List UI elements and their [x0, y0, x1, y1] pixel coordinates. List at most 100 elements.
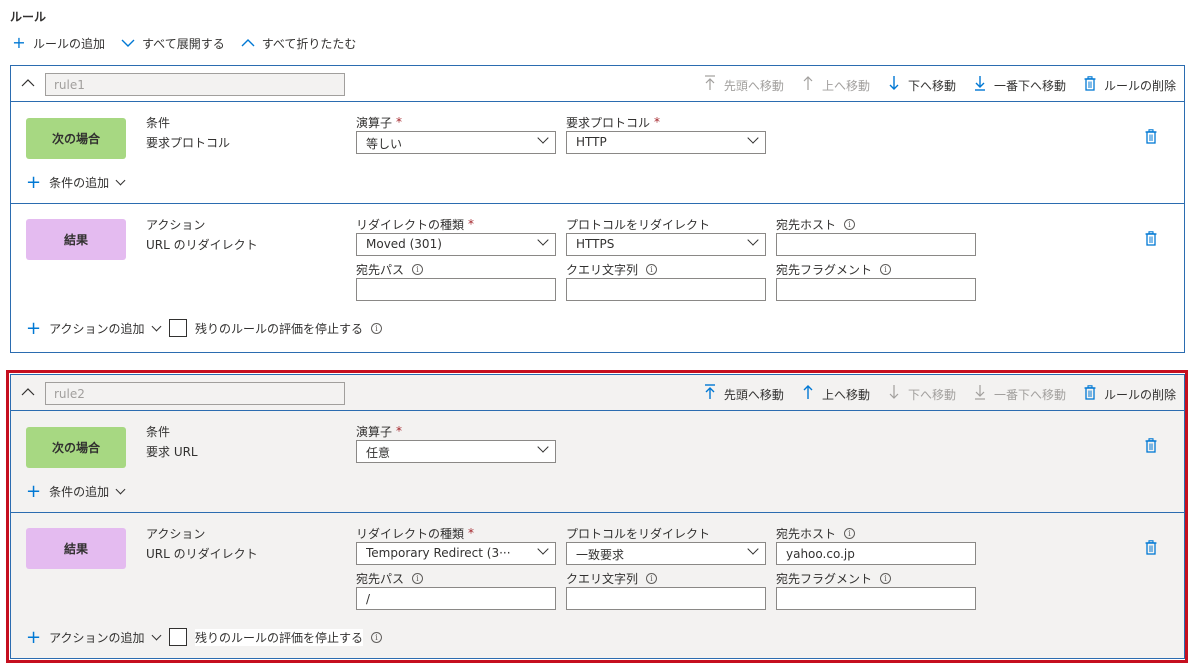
- if-pill: 次の場合: [26, 427, 126, 468]
- info-icon[interactable]: i: [646, 263, 658, 275]
- move-bottom-button[interactable]: 一番下へ移動: [974, 384, 1066, 404]
- rule-card-rule2: 先頭へ移動 上へ移動 下へ移動 一番下へ移動 ルールの削除 次の場合 条件: [10, 374, 1185, 659]
- chevron-down-icon: [537, 234, 549, 246]
- dest-path-field: 宛先パス i: [356, 260, 556, 301]
- move-top-icon: [704, 75, 716, 95]
- add-condition-button[interactable]: + 条件の追加: [26, 480, 126, 502]
- dest-path-label: 宛先パス: [356, 571, 405, 586]
- redirect-type-label: リダイレクトの種類: [356, 526, 465, 541]
- operator-value: 任意: [366, 446, 391, 460]
- move-down-label: 下へ移動: [907, 78, 956, 93]
- result-section: 結果 アクション URL のリダイレクト リダイレクトの種類 * Moved (3…: [11, 205, 1184, 353]
- action-heading: アクション: [146, 218, 206, 232]
- dest-fragment-field: 宛先フラグメント i: [776, 260, 976, 301]
- dest-fragment-input[interactable]: [776, 587, 976, 610]
- add-rule-button[interactable]: + ルールの追加: [12, 34, 105, 52]
- dest-fragment-label: 宛先フラグメント: [776, 571, 873, 586]
- redirect-type-select[interactable]: Temporary Redirect (3···: [356, 542, 556, 565]
- dest-path-input[interactable]: [356, 587, 556, 610]
- query-string-field: クエリ文字列 i: [566, 260, 766, 301]
- query-string-field: クエリ文字列 i: [566, 569, 766, 610]
- condition-type: 要求プロトコル: [146, 136, 231, 150]
- chevron-down-icon: [151, 630, 161, 641]
- delete-action-icon[interactable]: [1145, 231, 1157, 246]
- request-protocol-field: 要求プロトコル * HTTP: [566, 113, 766, 154]
- expand-all-button[interactable]: すべて展開する: [121, 34, 225, 52]
- info-icon[interactable]: i: [844, 218, 856, 230]
- move-down-button[interactable]: 下へ移動: [888, 384, 956, 404]
- stop-evaluating-checkbox[interactable]: [169, 319, 187, 337]
- move-down-button[interactable]: 下へ移動: [888, 75, 956, 95]
- redirect-protocol-select[interactable]: HTTPS: [566, 233, 766, 256]
- rule-header: 先頭へ移動 上へ移動 下へ移動 一番下へ移動 ルールの削除: [11, 375, 1184, 411]
- move-up-button[interactable]: 上へ移動: [802, 75, 870, 95]
- info-icon[interactable]: i: [646, 572, 658, 584]
- redirect-protocol-value: HTTPS: [576, 237, 615, 251]
- operator-label: 演算子: [356, 115, 393, 130]
- action-type: URL のリダイレクト: [146, 238, 258, 252]
- operator-select[interactable]: 等しい: [356, 131, 556, 154]
- redirect-protocol-select[interactable]: 一致要求: [566, 542, 766, 565]
- dest-fragment-input[interactable]: [776, 278, 976, 301]
- stop-evaluating-label: 残りのルールの評価を停止する: [195, 321, 364, 336]
- info-icon[interactable]: i: [371, 631, 383, 643]
- delete-rule-label: ルールの削除: [1103, 78, 1176, 93]
- collapse-all-label: すべて折りたたむ: [261, 36, 357, 51]
- rule-name-input[interactable]: [45, 73, 345, 96]
- info-icon[interactable]: i: [412, 572, 424, 584]
- add-action-button[interactable]: + アクションの追加: [26, 628, 161, 646]
- chevron-down-icon: [115, 175, 126, 186]
- move-bottom-icon: [974, 75, 986, 95]
- delete-action-icon[interactable]: [1145, 540, 1157, 555]
- plus-icon: +: [12, 33, 26, 52]
- dest-host-input[interactable]: [776, 233, 976, 256]
- collapse-rule-icon[interactable]: [21, 76, 35, 92]
- info-icon[interactable]: i: [844, 527, 856, 539]
- arrow-up-icon: [802, 384, 814, 404]
- move-up-button[interactable]: 上へ移動: [802, 384, 870, 404]
- delete-condition-icon[interactable]: [1145, 438, 1157, 453]
- add-action-button[interactable]: + アクションの追加: [26, 319, 161, 337]
- operator-select[interactable]: 任意: [356, 440, 556, 463]
- add-condition-button[interactable]: + 条件の追加: [26, 173, 126, 191]
- info-icon[interactable]: i: [412, 263, 424, 275]
- delete-rule-button[interactable]: ルールの削除: [1084, 75, 1176, 95]
- info-icon[interactable]: i: [880, 572, 892, 584]
- add-rule-label: ルールの追加: [33, 36, 106, 51]
- query-string-input[interactable]: [566, 278, 766, 301]
- plus-icon: +: [26, 480, 42, 502]
- redirect-type-field: リダイレクトの種類 * Temporary Redirect (3···: [356, 524, 556, 565]
- query-string-label: クエリ文字列: [566, 571, 639, 586]
- request-protocol-select[interactable]: HTTP: [566, 131, 766, 154]
- chevron-down-icon: [537, 441, 549, 453]
- action-kind: アクション URL のリダイレクト: [146, 215, 258, 255]
- chevron-down-icon: [151, 321, 161, 332]
- move-top-button[interactable]: 先頭へ移動: [704, 384, 784, 404]
- move-top-button[interactable]: 先頭へ移動: [704, 75, 784, 95]
- redirect-protocol-label: プロトコルをリダイレクト: [566, 526, 711, 541]
- info-icon[interactable]: i: [371, 322, 383, 334]
- delete-condition-icon[interactable]: [1145, 129, 1157, 144]
- chevron-down-icon: [747, 543, 759, 555]
- stop-evaluating-checkbox[interactable]: [169, 628, 187, 646]
- operator-label: 演算子: [356, 424, 393, 439]
- dest-path-input[interactable]: [356, 278, 556, 301]
- condition-section: 次の場合 条件 要求プロトコル 演算子 * 等しい 要求プロトコル * HTTP +…: [11, 103, 1184, 204]
- dest-host-input[interactable]: [776, 542, 976, 565]
- operator-field: 演算子 * 任意: [356, 422, 556, 463]
- move-bottom-label: 一番下へ移動: [993, 387, 1066, 402]
- info-icon[interactable]: i: [880, 263, 892, 275]
- arrow-down-icon: [888, 75, 900, 95]
- collapse-all-button[interactable]: すべて折りたたむ: [241, 34, 357, 52]
- chevron-down-icon: [537, 132, 549, 144]
- rule-name-input[interactable]: [45, 382, 345, 405]
- delete-rule-button[interactable]: ルールの削除: [1084, 384, 1176, 404]
- rules-toolbar: + ルールの追加 すべて展開する すべて折りたたむ: [12, 34, 372, 52]
- query-string-input[interactable]: [566, 587, 766, 610]
- dest-path-field: 宛先パス i: [356, 569, 556, 610]
- dest-host-field: 宛先ホスト i: [776, 215, 976, 256]
- collapse-rule-icon[interactable]: [21, 385, 35, 401]
- move-bottom-button[interactable]: 一番下へ移動: [974, 75, 1066, 95]
- redirect-type-select[interactable]: Moved (301): [356, 233, 556, 256]
- redirect-protocol-field: プロトコルをリダイレクト HTTPS: [566, 215, 766, 256]
